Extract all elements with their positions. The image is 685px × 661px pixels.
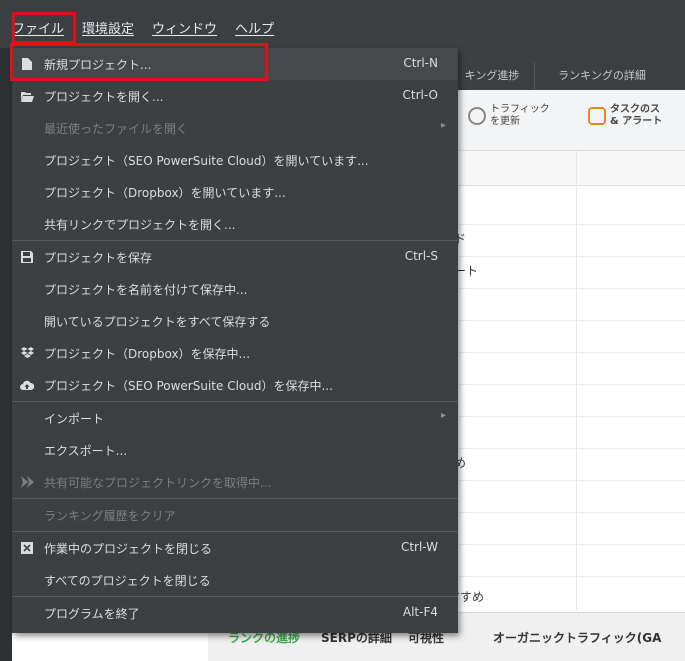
grid-row-line [450,320,685,321]
menu-item-label: 最近使ったファイルを開く [44,122,189,136]
calendar-alert-icon [588,107,606,125]
submenu-arrow-icon: ▸ [440,120,446,131]
menu-item-open-cloud[interactable]: プロジェクト（SEO PowerSuite Cloud）を開いています... [12,144,458,176]
grid-row-line [450,288,685,289]
app-window: ファイル 環境設定 ウィンドウ ヘルプ キング進捗 ランキングの詳細 トラフィッ… [0,0,685,661]
grid-row-line [450,448,685,449]
task-alert-label: タスクのス & アラート [610,104,663,127]
menu-window[interactable]: ウィンドウ [150,16,219,39]
menu-file[interactable]: ファイル [10,16,66,39]
menu-item-shortcut: Ctrl-W [400,540,438,554]
menu-item-save-all[interactable]: 開いているプロジェクトをすべて保存する [12,305,458,337]
menu-item-label: プロジェクトを保存 [44,251,153,265]
share-icon [20,475,34,489]
menu-item-open-project[interactable]: プロジェクトを開く... Ctrl-O [12,80,458,112]
grid-column-divider [576,151,577,611]
tab-ranking-progress[interactable]: キング進捗 [450,62,534,90]
menu-item-export[interactable]: エクスポート... [12,434,458,466]
menu-item-label: すべてのプロジェクトを閉じる [44,574,211,588]
menu-item-new-project[interactable]: 新規プロジェクト... Ctrl-N [12,48,458,80]
submenu-arrow-icon: ▸ [440,410,446,421]
grid-row-line [450,256,685,257]
menu-item-recent-files[interactable]: 最近使ったファイルを開く ▸ [12,112,458,144]
menu-item-label: プロジェクトを開く... [44,90,164,104]
menu-item-save-as[interactable]: プロジェクトを名前を付けて保存中... [12,273,458,305]
menu-item-import[interactable]: インポート ▸ [12,402,458,434]
grid-row-line [450,480,685,481]
menu-item-label: エクスポート... [44,444,128,458]
tab-organic-traffic[interactable]: オーガニックトラフィック(GA [493,629,661,646]
menu-item-open-shared-link[interactable]: 共有リンクでプロジェクトを開く... [12,208,458,240]
grid-row-line [450,576,685,577]
folder-open-icon [20,89,34,103]
menu-item-label: プロジェクトを名前を付けて保存中... [44,283,248,297]
tab-strip: キング進捗 ランキングの詳細 [450,48,685,90]
grid-row-line [450,544,685,545]
menu-item-label: プロジェクト（SEO PowerSuite Cloud）を保存中... [44,379,333,393]
save-icon [20,250,34,264]
menu-item-shortcut: Ctrl-N [403,56,438,70]
grid-header [450,151,685,186]
menu-item-label: 開いているプロジェクトをすべて保存する [44,315,271,329]
menu-item-save-dropbox[interactable]: プロジェクト（Dropbox）を保存中... [12,337,458,369]
close-box-icon [20,541,34,555]
grid-row-line [450,416,685,417]
menu-item-label: プログラムを終了 [44,607,140,621]
task-alert-button[interactable]: タスクのス & アラート [588,104,662,128]
menu-item-label: 作業中のプロジェクトを閉じる [44,542,213,556]
menu-item-close-project[interactable]: 作業中のプロジェクトを閉じる Ctrl-W [12,532,458,564]
menu-item-shortcut: Ctrl-O [402,88,438,102]
menu-item-shortcut: Alt-F4 [402,605,438,619]
refresh-traffic-label: トラフィック を更新 [490,104,550,127]
menu-item-label: プロジェクト（Dropbox）を保存中... [44,347,251,361]
menu-item-label: 新規プロジェクト... [44,58,152,72]
grid-row-line [450,512,685,513]
menu-item-save-project[interactable]: プロジェクトを保存 Ctrl-S [12,241,458,273]
menu-item-label: インポート [44,412,105,426]
menu-item-open-dropbox[interactable]: プロジェクト（Dropbox）を開いています... [12,176,458,208]
menu-item-shortcut: Ctrl-S [404,249,438,263]
menu-item-exit[interactable]: プログラムを終了 Alt-F4 [12,597,458,629]
menu-preferences[interactable]: 環境設定 [80,16,136,39]
menu-item-clear-ranking-history[interactable]: ランキング履歴をクリア [12,499,458,531]
grid-row-line [450,352,685,353]
toolbar: トラフィック を更新 タスクのス & アラート [450,90,685,151]
dropbox-icon [20,346,34,360]
menu-item-label: プロジェクト（SEO PowerSuite Cloud）を開いています... [44,154,369,168]
cloud-upload-icon [20,378,34,392]
menu-item-label: 共有可能なプロジェクトリンクを取得中... [44,476,272,490]
refresh-traffic-button[interactable]: トラフィック を更新 [468,104,550,128]
menu-item-get-share-link[interactable]: 共有可能なプロジェクトリンクを取得中... [12,466,458,498]
menu-item-label: プロジェクト（Dropbox）を開いています... [44,186,286,200]
new-file-icon [20,57,34,71]
file-menu-dropdown: 新規プロジェクト... Ctrl-N プロジェクトを開く... Ctrl-O 最… [12,48,458,633]
traffic-icon [468,107,486,125]
grid-row-line [450,384,685,385]
menu-item-label: ランキング履歴をクリア [44,509,176,523]
menu-help[interactable]: ヘルプ [233,16,276,39]
menu-item-label: 共有リンクでプロジェクトを開く... [44,218,236,232]
left-panel [0,48,12,661]
tab-ranking-details[interactable]: ランキングの詳細 [534,62,669,90]
menu-item-close-all[interactable]: すべてのプロジェクトを閉じる [12,564,458,596]
menu-item-save-cloud[interactable]: プロジェクト（SEO PowerSuite Cloud）を保存中... [12,369,458,401]
grid-row-line [450,224,685,225]
menubar: ファイル 環境設定 ウィンドウ ヘルプ [0,0,685,48]
